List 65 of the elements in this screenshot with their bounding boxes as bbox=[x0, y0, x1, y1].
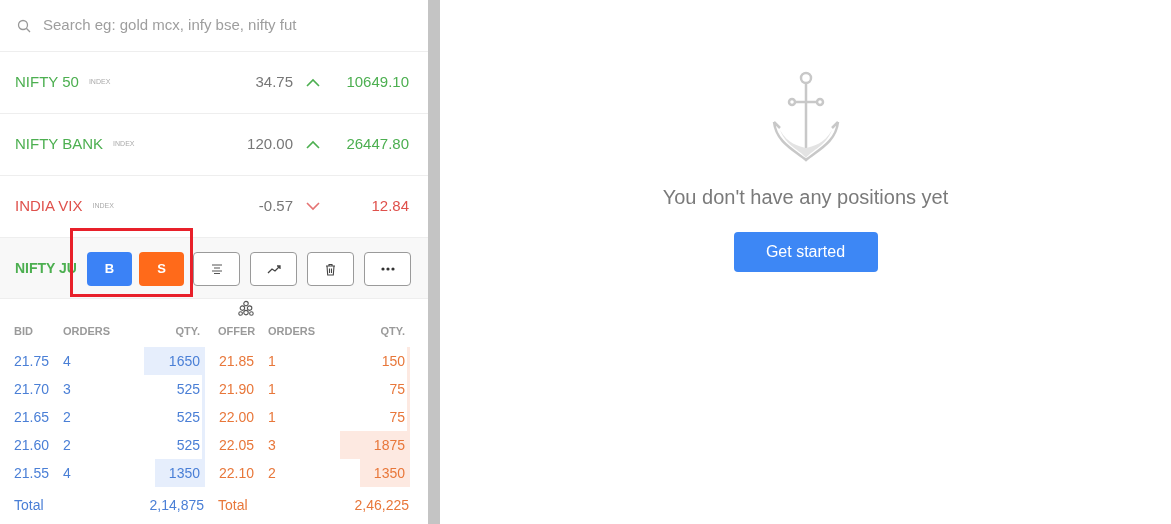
depth-quantity: 1350 bbox=[168, 463, 200, 483]
market-depth-button[interactable] bbox=[193, 252, 240, 286]
more-icon bbox=[380, 267, 395, 271]
depth-quantity: 1350 bbox=[373, 463, 405, 483]
depth-orders: 4 bbox=[63, 463, 72, 483]
instrument-name: NIFTY BANK bbox=[15, 134, 104, 155]
depth-price: 21.85 bbox=[218, 351, 256, 371]
depth-price: 21.90 bbox=[218, 379, 256, 399]
change-value: 34.75 bbox=[255, 72, 293, 93]
total-value: 2,46,225 bbox=[353, 495, 410, 515]
empty-message: You don't have any positions yet bbox=[662, 185, 949, 210]
depth-quantity: 525 bbox=[176, 435, 200, 455]
trash-icon bbox=[325, 262, 336, 276]
change-value: -0.57 bbox=[258, 196, 293, 217]
depth-quantity: 525 bbox=[176, 379, 200, 399]
column-header: OFFER bbox=[218, 324, 256, 337]
search-field[interactable]: Search eg: gold mcx, infy bse, nifty fut bbox=[43, 14, 428, 37]
column-header: ORDERS bbox=[63, 324, 111, 337]
total-value: 2,14,875 bbox=[148, 495, 205, 515]
depth-price: 21.65 bbox=[13, 407, 51, 427]
depth-orders: 1 bbox=[268, 407, 277, 427]
column-header: BID bbox=[14, 324, 33, 337]
depth-price: 21.75 bbox=[13, 351, 51, 371]
chart-button[interactable] bbox=[250, 252, 297, 286]
depth-orders: 3 bbox=[63, 379, 72, 399]
depth-price: 22.05 bbox=[218, 435, 256, 455]
depth-orders: 3 bbox=[268, 435, 277, 455]
depth-orders: 1 bbox=[268, 379, 277, 399]
depth-quantity: 150 bbox=[381, 351, 405, 371]
depth-price: 21.55 bbox=[13, 463, 51, 483]
depth-quantity: 1875 bbox=[373, 435, 405, 455]
depth-orders: 1 bbox=[268, 351, 277, 371]
depth-bar bbox=[359, 459, 410, 487]
depth-orders: 2 bbox=[268, 463, 277, 483]
total-label: Total bbox=[13, 495, 45, 515]
depth-orders: 4 bbox=[63, 351, 72, 371]
delete-button[interactable] bbox=[307, 252, 354, 286]
buy-button[interactable]: B bbox=[87, 252, 132, 286]
sell-button[interactable]: S bbox=[139, 252, 184, 286]
depth-orders: 2 bbox=[63, 407, 72, 427]
instrument-name: INDIA VIX bbox=[15, 196, 83, 217]
depth-price: 22.10 bbox=[218, 463, 256, 483]
price-value: 26447.80 bbox=[345, 134, 409, 155]
depth-price: 21.70 bbox=[13, 379, 51, 399]
column-header: QTY. bbox=[175, 324, 200, 337]
depth-quantity: 525 bbox=[176, 407, 200, 427]
chart-icon bbox=[266, 264, 281, 274]
price-value: 10649.10 bbox=[345, 72, 409, 93]
depth-price: 21.60 bbox=[13, 435, 51, 455]
cursor-icon bbox=[237, 300, 255, 318]
depth-orders: 2 bbox=[63, 435, 72, 455]
depth-quantity: 75 bbox=[389, 407, 405, 427]
more-button[interactable] bbox=[364, 252, 411, 286]
depth-price: 22.00 bbox=[218, 407, 256, 427]
column-header: QTY. bbox=[380, 324, 405, 337]
change-value: 120.00 bbox=[247, 134, 293, 155]
lines-icon bbox=[210, 264, 223, 274]
price-value: 12.84 bbox=[370, 196, 409, 217]
column-header: ORDERS bbox=[268, 324, 316, 337]
depth-quantity: 1650 bbox=[168, 351, 200, 371]
get-started-button[interactable]: Get started bbox=[733, 232, 878, 272]
search-icon bbox=[17, 18, 31, 33]
depth-quantity: 75 bbox=[389, 379, 405, 399]
instrument-name: NIFTY 50 bbox=[15, 72, 79, 93]
total-label: Total bbox=[217, 495, 249, 515]
